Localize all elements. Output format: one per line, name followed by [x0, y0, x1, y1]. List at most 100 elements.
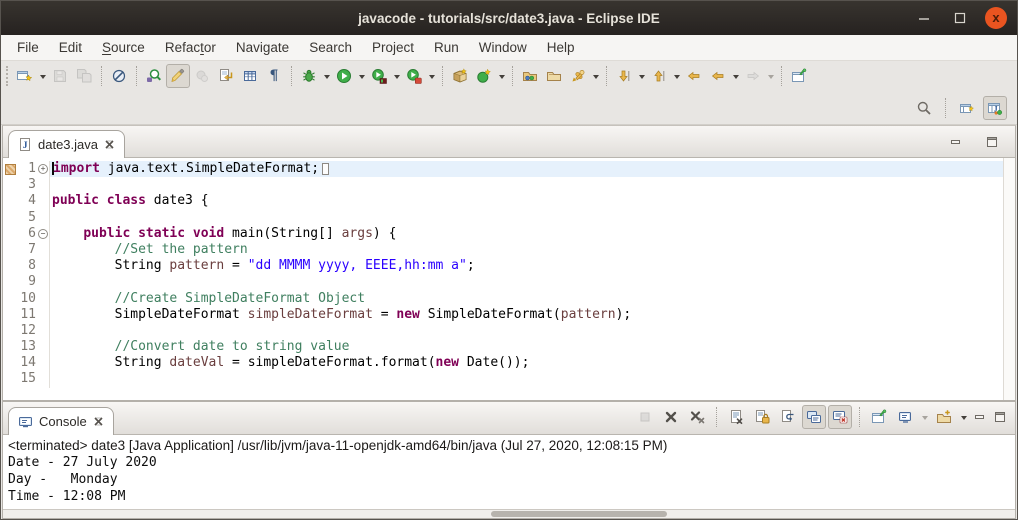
- code-line-text[interactable]: [50, 274, 1003, 290]
- new-java-project-button[interactable]: [448, 64, 472, 88]
- back-button[interactable]: [706, 64, 730, 88]
- marker-ruler[interactable]: [3, 258, 17, 274]
- fold-expanded-icon[interactable]: −: [38, 228, 48, 239]
- build-directives-button[interactable]: [214, 64, 238, 88]
- show-console-stdout-button[interactable]: [802, 405, 826, 429]
- line-number[interactable]: 15: [17, 371, 37, 387]
- minimize-button[interactable]: [913, 7, 935, 29]
- marker-ruler[interactable]: [3, 291, 17, 307]
- code-line-text[interactable]: [50, 177, 1003, 193]
- coverage-button[interactable]: [367, 64, 391, 88]
- code-line[interactable]: 6− public static void main(String[] args…: [3, 225, 1003, 242]
- debug-dropdown[interactable]: [321, 64, 332, 88]
- tab-close-icon[interactable]: [104, 139, 115, 150]
- coverage-dropdown[interactable]: [391, 64, 402, 88]
- pin-console-button[interactable]: [867, 405, 891, 429]
- fold-ruler[interactable]: [37, 274, 50, 291]
- open-plugin-artifact-button[interactable]: [142, 64, 166, 88]
- code-line-text[interactable]: //Create SimpleDateFormat Object: [50, 291, 1003, 307]
- marker-ruler[interactable]: [3, 242, 17, 258]
- marker-ruler[interactable]: [3, 193, 17, 209]
- display-selected-console-button[interactable]: [893, 405, 917, 429]
- terminate-button[interactable]: [633, 405, 657, 429]
- line-number[interactable]: 12: [17, 323, 37, 339]
- code-line[interactable]: 3: [3, 177, 1003, 194]
- search-button[interactable]: [912, 96, 936, 120]
- code-line[interactable]: 10 //Create SimpleDateFormat Object: [3, 290, 1003, 307]
- minimize-view-button[interactable]: [947, 134, 965, 150]
- new-wizard-button[interactable]: [13, 64, 37, 88]
- profile-button[interactable]: [402, 64, 426, 88]
- display-selected-console-dropdown[interactable]: [919, 405, 930, 429]
- open-element-table-button[interactable]: [238, 64, 262, 88]
- debug-button[interactable]: [297, 64, 321, 88]
- code-line-text[interactable]: import java.text.SimpleDateFormat;: [50, 161, 1003, 178]
- new-java-class-button[interactable]: [472, 64, 496, 88]
- pin-editor-button[interactable]: [787, 64, 811, 88]
- mark-occurrences-button[interactable]: [166, 64, 190, 88]
- fold-ruler[interactable]: [37, 209, 50, 226]
- show-console-stderr-button[interactable]: [828, 405, 852, 429]
- fold-collapsed-icon[interactable]: +: [38, 164, 48, 175]
- marker-ruler[interactable]: [3, 323, 17, 339]
- remove-all-terminated-button[interactable]: [685, 405, 709, 429]
- code-line[interactable]: 8 String pattern = "dd MMMM yyyy, EEEE,h…: [3, 258, 1003, 275]
- back-dropdown[interactable]: [730, 64, 741, 88]
- console-body[interactable]: <terminated> date3 [Java Application] /u…: [3, 435, 1015, 509]
- maximize-view-button[interactable]: [983, 134, 1001, 150]
- line-number[interactable]: 13: [17, 339, 37, 355]
- fold-ruler[interactable]: [37, 258, 50, 275]
- menu-window[interactable]: Window: [469, 37, 537, 58]
- titlebar[interactable]: javacode - tutorials/src/date3.java - Ec…: [1, 1, 1017, 35]
- clear-console-button[interactable]: [724, 405, 748, 429]
- marker-ruler[interactable]: [3, 274, 17, 290]
- menu-run[interactable]: Run: [424, 37, 469, 58]
- menu-project[interactable]: Project: [362, 37, 424, 58]
- code-line[interactable]: 14 String dateVal = simpleDateFormat.for…: [3, 355, 1003, 372]
- code-line[interactable]: 13 //Convert date to string value: [3, 339, 1003, 356]
- fold-ruler[interactable]: [37, 193, 50, 210]
- link-with-editor-dropdown[interactable]: [590, 64, 601, 88]
- fold-ruler[interactable]: +: [37, 161, 50, 178]
- console-minimize-button[interactable]: [971, 409, 989, 425]
- java-perspective-button[interactable]: J: [983, 95, 1007, 120]
- code-line-text[interactable]: [50, 210, 1003, 226]
- scroll-lock-button[interactable]: [750, 405, 774, 429]
- menu-help[interactable]: Help: [537, 37, 585, 58]
- previous-annotation-dropdown[interactable]: [671, 64, 682, 88]
- menu-edit[interactable]: Edit: [49, 37, 92, 58]
- code-line[interactable]: 5: [3, 209, 1003, 226]
- marker-ruler[interactable]: [3, 339, 17, 355]
- maximize-button[interactable]: [949, 7, 971, 29]
- code-line[interactable]: 7 //Set the pattern: [3, 241, 1003, 259]
- run-dropdown[interactable]: [356, 64, 367, 88]
- run-button[interactable]: [332, 64, 356, 88]
- menu-refactor[interactable]: Refactor: [155, 37, 226, 58]
- open-perspective-button[interactable]: [955, 96, 979, 120]
- profile-dropdown[interactable]: [426, 64, 437, 88]
- marker-ruler[interactable]: [3, 226, 17, 242]
- next-annotation-dropdown[interactable]: [636, 64, 647, 88]
- line-number[interactable]: 3: [17, 177, 37, 193]
- open-type-hierarchy-button[interactable]: [518, 64, 542, 88]
- line-number[interactable]: 5: [17, 210, 37, 226]
- fold-ruler[interactable]: −: [37, 225, 50, 242]
- code-line-text[interactable]: SimpleDateFormat simpleDateFormat = new …: [50, 307, 1003, 323]
- marker-ruler[interactable]: [3, 210, 17, 226]
- line-number[interactable]: 4: [17, 193, 37, 209]
- previous-annotation-button[interactable]: [647, 64, 671, 88]
- forward-dropdown[interactable]: [765, 64, 776, 88]
- link-with-editor-button[interactable]: [566, 64, 590, 88]
- skip-all-breakpoints-button[interactable]: [107, 64, 131, 88]
- close-button[interactable]: x: [985, 7, 1007, 29]
- code-line[interactable]: 15: [3, 371, 1003, 388]
- marker-ruler[interactable]: [3, 371, 17, 387]
- marker-ruler[interactable]: [3, 307, 17, 323]
- save-all-button[interactable]: [72, 64, 96, 88]
- horizontal-scrollbar-thumb[interactable]: [491, 511, 667, 517]
- horizontal-scrollbar[interactable]: [3, 509, 1015, 518]
- console-maximize-button[interactable]: [991, 409, 1009, 425]
- menu-file[interactable]: File: [7, 37, 49, 58]
- marker-ruler[interactable]: [3, 161, 17, 177]
- line-number[interactable]: 6: [17, 226, 37, 242]
